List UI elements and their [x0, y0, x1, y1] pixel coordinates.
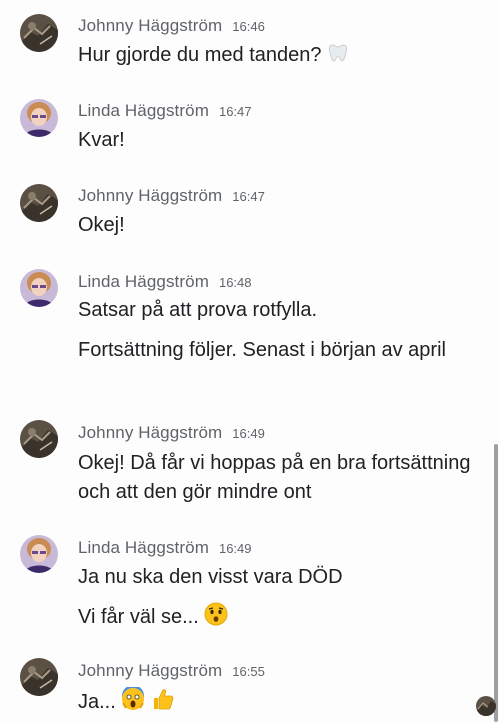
avatar-linda[interactable]: [20, 269, 58, 307]
sender-name: Linda Häggström: [78, 538, 209, 557]
message-time: 16:47: [232, 189, 265, 204]
message-line: Ja nu ska den visst vara DÖD: [78, 566, 343, 588]
avatar-johnny[interactable]: [20, 420, 58, 458]
sender-name: Linda Häggström: [78, 101, 209, 120]
tooth-emoji: [327, 42, 349, 73]
message-text: Okej! Då får vi hoppas på en bra fortsät…: [78, 449, 473, 507]
message-line: Ja...: [78, 691, 116, 713]
message-time: 16:48: [218, 275, 252, 290]
message-text: Kvar!: [78, 126, 478, 155]
message-text: Satsar på att prova rotfylla.: [78, 296, 478, 325]
message-text: Ja nu ska den visst vara DÖD: [78, 563, 478, 592]
avatar-linda[interactable]: [20, 99, 58, 137]
message-line: Fortsättning följer. Senast i början av …: [78, 339, 446, 361]
avatar-johnny[interactable]: [20, 184, 58, 222]
message-time: 16:47: [218, 104, 252, 119]
sender-name: Linda Häggström: [78, 272, 209, 291]
avatar-johnny[interactable]: [20, 658, 58, 696]
message-time: 16:49: [232, 426, 265, 441]
message-text: Ja...: [78, 685, 478, 720]
message-time: 16:55: [232, 664, 265, 679]
avatar-johnny[interactable]: [20, 14, 58, 52]
chat-message-list: Johnny Häggström 16:46 Hur gjorde du med…: [0, 0, 500, 722]
thumbs-up-emoji: [151, 687, 175, 720]
message-time: 16:49: [218, 541, 252, 556]
sender-name: Johnny Häggström: [78, 423, 223, 442]
message-time: 16:46: [232, 19, 265, 34]
message-line: Hur gjorde du med tanden?: [78, 44, 322, 66]
sender-name: Johnny Häggström: [78, 661, 223, 680]
hushed-face-emoji: [204, 602, 228, 635]
message-line: Satsar på att prova rotfylla.: [78, 299, 318, 321]
message-text: Okej!: [78, 211, 478, 240]
message-line: Kvar!: [78, 129, 125, 151]
sender-name: Johnny Häggström: [78, 186, 223, 205]
scrollbar[interactable]: [494, 444, 498, 722]
message-text: Hur gjorde du med tanden?: [78, 41, 478, 73]
message-line: Okej!: [78, 214, 125, 236]
message-line: Vi får väl se...: [78, 606, 199, 628]
message-text: Vi får väl se...: [78, 602, 478, 635]
message-text: Fortsättning följer. Senast i början av …: [78, 336, 458, 365]
screaming-face-emoji: [121, 685, 145, 720]
read-receipt-avatar: [476, 696, 496, 716]
sender-name: Johnny Häggström: [78, 16, 223, 35]
message-line: Okej! Då får vi hoppas på en bra fortsät…: [78, 452, 471, 503]
avatar-linda[interactable]: [20, 535, 58, 573]
